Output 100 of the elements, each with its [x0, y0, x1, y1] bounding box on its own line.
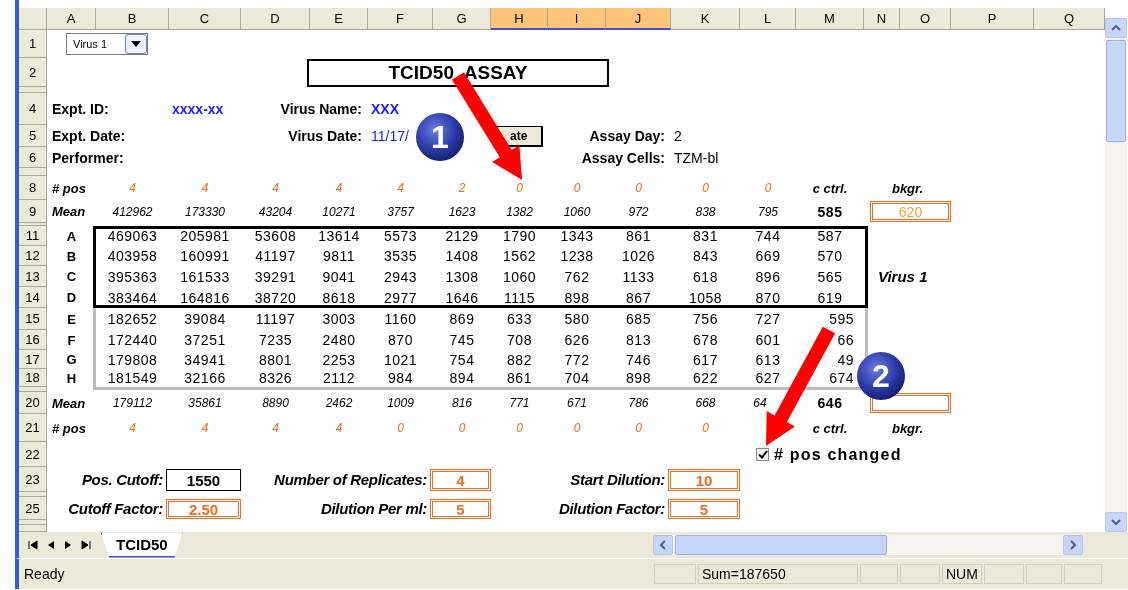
row-header[interactable]: 9: [19, 200, 47, 223]
table-cell-text: 179112: [111, 395, 154, 412]
sheet-tab[interactable]: TCID50: [101, 532, 183, 558]
table-cell-text: 896: [754, 267, 782, 287]
row-header[interactable]: 1: [19, 30, 47, 58]
row-header[interactable]: 18: [19, 369, 47, 387]
table-cell-text: 395363: [106, 267, 159, 287]
row-header[interactable]: 13: [19, 266, 47, 287]
previous-sheet-icon[interactable]: [47, 540, 55, 550]
column-header[interactable]: B: [96, 8, 169, 30]
row-header[interactable]: 25: [19, 497, 47, 520]
table-cell-text: 984: [387, 369, 414, 387]
table-cell-text: 4: [200, 180, 210, 197]
column-header[interactable]: Q: [1034, 8, 1105, 30]
column-label: c ctrl.: [811, 419, 849, 438]
scrollbar-thumb[interactable]: [674, 535, 887, 555]
field-value: XXX: [370, 100, 399, 119]
row-header[interactable]: 17: [19, 350, 47, 369]
table-cell-text: 570: [816, 247, 844, 266]
table-cell-text: 870: [387, 331, 414, 350]
row-header[interactable]: 2: [19, 58, 47, 87]
scrollbar-thumb[interactable]: [1106, 40, 1126, 142]
column-header[interactable]: L: [740, 8, 796, 30]
row-header[interactable]: 15: [19, 308, 47, 330]
select-all-button[interactable]: [19, 8, 47, 30]
row-header[interactable]: [19, 223, 47, 226]
row-header[interactable]: [19, 168, 47, 176]
table-cell-text: 1115: [502, 288, 537, 308]
chevron-left-icon: [659, 540, 666, 550]
table-cell-text: 816: [451, 395, 473, 412]
row-header[interactable]: 23: [19, 467, 47, 492]
table-cell-text: 861: [506, 369, 533, 387]
table-cell-text: 205981: [179, 227, 231, 246]
column-header[interactable]: G: [433, 8, 491, 30]
column-header[interactable]: D: [241, 8, 310, 30]
table-cell-text: 622: [692, 369, 719, 387]
table-cell-text: 843: [692, 247, 719, 266]
column-header[interactable]: C: [169, 8, 241, 30]
parameter-field[interactable]: 1550: [166, 469, 241, 491]
table-cell-text: 2977: [382, 288, 419, 308]
row-header[interactable]: 8: [19, 176, 47, 200]
next-sheet-icon[interactable]: [64, 540, 72, 550]
table-cell-text: 4: [396, 180, 405, 197]
table-cell-text: 744: [754, 227, 782, 246]
column-header[interactable]: J: [606, 8, 671, 30]
row-header[interactable]: 11: [19, 226, 47, 246]
row-header[interactable]: 22: [19, 442, 47, 467]
row-header[interactable]: [19, 387, 47, 392]
column-header[interactable]: N: [864, 8, 900, 30]
table-cell-text: 617: [692, 350, 719, 369]
row-header[interactable]: 6: [19, 147, 47, 168]
scroll-left-button[interactable]: [652, 535, 673, 555]
table-cell-text: 756: [692, 310, 719, 329]
first-sheet-icon[interactable]: [28, 540, 38, 550]
table-cell-text: 898: [625, 369, 652, 387]
row-header[interactable]: 21: [19, 414, 47, 442]
column-header[interactable]: P: [951, 8, 1034, 30]
column-header[interactable]: O: [900, 8, 951, 30]
row-label: Mean: [51, 394, 87, 413]
row-header[interactable]: 12: [19, 246, 47, 266]
table-cell-text: 867: [625, 288, 652, 308]
row-header[interactable]: [19, 525, 47, 532]
scroll-right-button[interactable]: [1062, 535, 1083, 555]
table-cell-text: 53608: [253, 227, 298, 246]
column-header[interactable]: K: [671, 8, 740, 30]
table-cell-text: 7235: [257, 331, 294, 350]
row-header[interactable]: [19, 520, 47, 525]
table-cell-text: 181549: [106, 369, 159, 387]
field-value: TZM-bl: [673, 148, 719, 168]
column-header[interactable]: H: [491, 8, 548, 30]
checkbox-label: # pos changed: [774, 445, 902, 464]
column-header[interactable]: A: [47, 8, 96, 30]
parameter-label: Dilution Per ml:: [319, 499, 428, 519]
table-cell-text: 8618: [321, 288, 357, 308]
table-cell-text: 161533: [179, 267, 231, 287]
table-cell-text: 771: [508, 395, 531, 412]
table-cell-text: 160991: [179, 247, 231, 266]
checkbox[interactable]: [756, 448, 769, 461]
column-header[interactable]: M: [796, 8, 864, 30]
row-header[interactable]: [19, 492, 47, 497]
table-cell-text: 669: [754, 247, 782, 266]
column-header[interactable]: F: [368, 8, 433, 30]
scroll-down-button[interactable]: [1105, 512, 1127, 532]
table-cell-text: 627: [754, 369, 782, 387]
row-header[interactable]: 16: [19, 330, 47, 350]
table-cell-text: 469063: [106, 227, 159, 246]
row-header[interactable]: 20: [19, 392, 47, 414]
column-header[interactable]: E: [310, 8, 368, 30]
row-header[interactable]: 14: [19, 287, 47, 308]
row-header[interactable]: 4: [19, 93, 47, 125]
field-label: Virus Date:: [287, 127, 363, 146]
row-header[interactable]: [19, 87, 47, 93]
table-cell-text: 34941: [183, 350, 227, 369]
virus-dropdown[interactable]: Virus 1: [66, 33, 148, 55]
row-header[interactable]: 5: [19, 125, 47, 147]
num-lock-indicator: NUM: [942, 564, 982, 584]
last-sheet-icon[interactable]: [81, 540, 91, 550]
column-header[interactable]: I: [548, 8, 606, 30]
scroll-up-button[interactable]: [1105, 18, 1127, 38]
table-cell-text: 1060: [501, 267, 538, 287]
